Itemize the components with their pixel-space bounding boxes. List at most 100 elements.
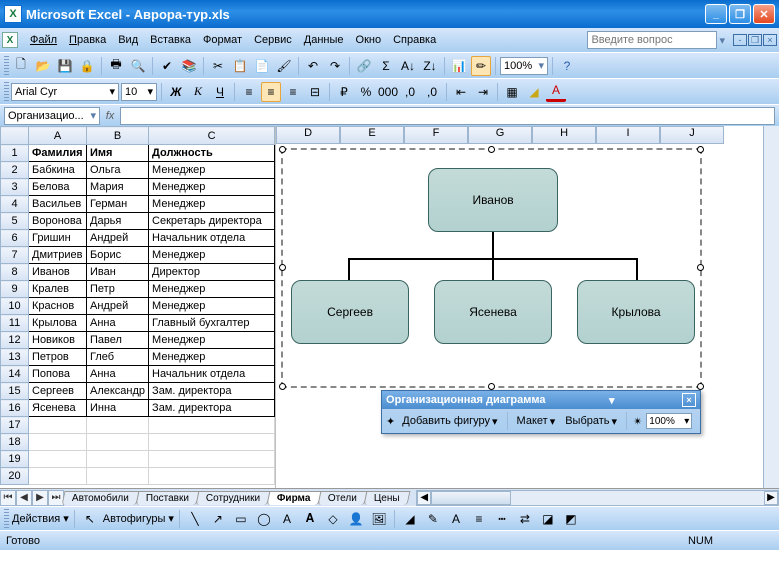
- print-icon[interactable]: 🖶: [106, 56, 126, 76]
- resize-handle[interactable]: [488, 383, 495, 390]
- column-header[interactable]: F: [404, 126, 468, 144]
- hyperlink-icon[interactable]: 🔗: [354, 56, 374, 76]
- menu-help[interactable]: Справка: [387, 32, 442, 48]
- help-icon[interactable]: ?: [557, 56, 577, 76]
- menu-edit[interactable]: Правка: [63, 32, 112, 48]
- bold-button[interactable]: Ж: [166, 82, 186, 102]
- doc-minimize-button[interactable]: -: [733, 34, 747, 46]
- org-node-child[interactable]: Ясенева: [434, 280, 552, 344]
- preview-icon[interactable]: 🔍: [128, 56, 148, 76]
- column-header[interactable]: G: [468, 126, 532, 144]
- menu-insert[interactable]: Вставка: [144, 32, 197, 48]
- sheet-tab[interactable]: Автомобили: [62, 491, 140, 505]
- close-button[interactable]: ✕: [753, 4, 775, 24]
- spreadsheet-grid[interactable]: ABC1ФамилияИмяДолжность2БабкинаОльгаМене…: [0, 126, 276, 488]
- chart-icon[interactable]: 📊: [449, 56, 469, 76]
- select-objects-icon[interactable]: ↖: [80, 509, 100, 529]
- underline-button[interactable]: Ч: [210, 82, 230, 102]
- org-node-child[interactable]: Крылова: [577, 280, 695, 344]
- arrow-style-icon[interactable]: ⇄: [515, 509, 535, 529]
- currency-icon[interactable]: ₽: [334, 82, 354, 102]
- org-toolbar-header[interactable]: Организационная диаграмма ▾ ×: [382, 391, 700, 409]
- menu-format[interactable]: Формат: [197, 32, 248, 48]
- doc-restore-button[interactable]: ❐: [748, 34, 762, 46]
- sheet-tab[interactable]: Поставки: [135, 491, 199, 505]
- align-left-icon[interactable]: ≡: [239, 82, 259, 102]
- org-toolbar-close-icon[interactable]: ×: [682, 393, 696, 407]
- menu-tools[interactable]: Сервис: [248, 32, 298, 48]
- resize-handle[interactable]: [697, 146, 704, 153]
- research-icon[interactable]: 📚: [179, 56, 199, 76]
- sort-asc-icon[interactable]: A↓: [398, 56, 418, 76]
- maximize-button[interactable]: ❐: [729, 4, 751, 24]
- sheet-tab[interactable]: Цены: [363, 491, 410, 505]
- menu-data[interactable]: Данные: [298, 32, 350, 48]
- save-icon[interactable]: 💾: [55, 56, 75, 76]
- italic-button[interactable]: К: [188, 82, 208, 102]
- arrow-icon[interactable]: ↗: [208, 509, 228, 529]
- 3d-icon[interactable]: ◩: [561, 509, 581, 529]
- layout-button[interactable]: Макет ▾: [514, 414, 559, 429]
- merge-center-icon[interactable]: ⊟: [305, 82, 325, 102]
- fx-icon[interactable]: fx: [100, 110, 120, 122]
- tab-nav-next-icon[interactable]: ▶: [32, 490, 48, 506]
- line-style-icon[interactable]: ≡: [469, 509, 489, 529]
- sheet-tab[interactable]: Фирма: [267, 491, 321, 505]
- autosum-icon[interactable]: Σ: [376, 56, 396, 76]
- toolbar-grip[interactable]: [4, 56, 9, 76]
- oval-icon[interactable]: ◯: [254, 509, 274, 529]
- percent-icon[interactable]: %: [356, 82, 376, 102]
- redo-icon[interactable]: ↷: [325, 56, 345, 76]
- line-color-icon[interactable]: ✎: [423, 509, 443, 529]
- sheet-tab[interactable]: Сотрудники: [196, 491, 271, 505]
- menu-window[interactable]: Окно: [350, 32, 388, 48]
- textbox-icon[interactable]: A: [277, 509, 297, 529]
- font-size-combo[interactable]: 10▾: [121, 83, 157, 101]
- rectangle-icon[interactable]: ▭: [231, 509, 251, 529]
- comma-icon[interactable]: 000: [378, 82, 398, 102]
- autoformat-icon[interactable]: ✴: [633, 415, 642, 428]
- sheet-tab[interactable]: Отели: [317, 491, 367, 505]
- sort-desc-icon[interactable]: Z↓: [420, 56, 440, 76]
- permission-icon[interactable]: 🔒: [77, 56, 97, 76]
- resize-handle[interactable]: [279, 383, 286, 390]
- org-node-root[interactable]: Иванов: [428, 168, 558, 232]
- fill-color-icon[interactable]: ◢: [400, 509, 420, 529]
- paste-icon[interactable]: 📄: [252, 56, 272, 76]
- align-center-icon[interactable]: ≡: [261, 82, 281, 102]
- dash-style-icon[interactable]: ┅: [492, 509, 512, 529]
- format-painter-icon[interactable]: 🖌: [274, 56, 294, 76]
- increase-decimal-icon[interactable]: ,0: [400, 82, 420, 102]
- doc-close-button[interactable]: ×: [763, 34, 777, 46]
- font-color-icon[interactable]: A: [446, 509, 466, 529]
- menu-view[interactable]: Вид: [112, 32, 144, 48]
- copy-icon[interactable]: 📋: [230, 56, 250, 76]
- org-chart-object[interactable]: Иванов Сергеев Ясенева Крылова: [281, 148, 702, 388]
- spell-icon[interactable]: ✔: [157, 56, 177, 76]
- workbook-icon[interactable]: X: [2, 32, 18, 48]
- open-icon[interactable]: 📂: [33, 56, 53, 76]
- column-header[interactable]: E: [340, 126, 404, 144]
- new-icon[interactable]: 🗋: [11, 56, 31, 76]
- horizontal-scrollbar[interactable]: ◀ ▶: [416, 490, 779, 506]
- menu-file[interactable]: Файл: [24, 32, 63, 48]
- toolbar-grip[interactable]: [4, 509, 9, 529]
- tab-nav-first-icon[interactable]: ⏮: [0, 490, 16, 506]
- autoshapes-menu[interactable]: Автофигуры ▾: [103, 512, 174, 525]
- toolbar-grip[interactable]: [4, 82, 9, 102]
- undo-icon[interactable]: ↶: [303, 56, 323, 76]
- diagram-icon[interactable]: ◇: [323, 509, 343, 529]
- column-header[interactable]: I: [596, 126, 660, 144]
- org-node-child[interactable]: Сергеев: [291, 280, 409, 344]
- fill-color-icon[interactable]: ◢: [524, 82, 544, 102]
- name-box[interactable]: Организацио...▾: [4, 107, 100, 125]
- resize-handle[interactable]: [697, 264, 704, 271]
- ask-question-input[interactable]: [587, 31, 717, 49]
- drawing-icon[interactable]: ✏: [471, 56, 491, 76]
- clipart-icon[interactable]: 👤: [346, 509, 366, 529]
- font-color-icon[interactable]: A: [546, 82, 566, 102]
- shadow-icon[interactable]: ◪: [538, 509, 558, 529]
- column-header[interactable]: D: [276, 126, 340, 144]
- tab-nav-prev-icon[interactable]: ◀: [16, 490, 32, 506]
- resize-handle[interactable]: [279, 264, 286, 271]
